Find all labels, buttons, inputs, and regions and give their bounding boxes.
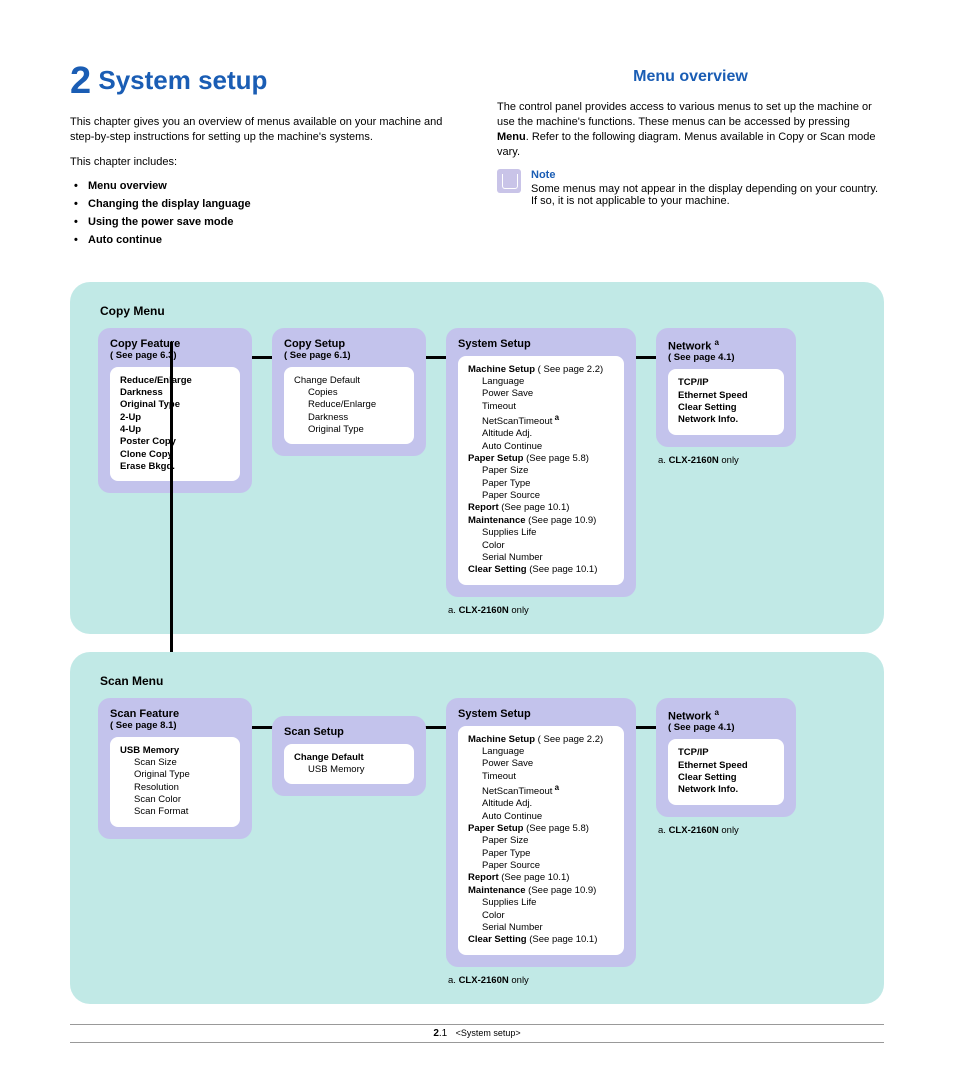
menu-diagram: Copy Menu Copy Feature ( See page 6.3) R… <box>70 282 884 1004</box>
panel-heading: Copy Menu <box>100 304 856 318</box>
footnote: a. CLX-2160N only <box>658 455 796 466</box>
network-group: Network a ( See page 4.1) TCP/IPEthernet… <box>656 328 796 466</box>
card-body: USB MemoryScan SizeOriginal TypeResoluti… <box>110 737 240 827</box>
network-card: Network a ( See page 4.1) TCP/IPEthernet… <box>656 698 796 817</box>
scan-setup-card: Scan Setup Change DefaultUSB Memory <box>272 716 426 797</box>
section-title: Menu overview <box>497 68 884 86</box>
copy-feature-card: Copy Feature ( See page 6.3) Reduce/Enla… <box>98 328 252 494</box>
note-icon <box>497 169 521 193</box>
chapter-title-text: System setup <box>98 65 267 95</box>
includes-label: This chapter includes: <box>70 155 457 170</box>
network-card: Network a ( See page 4.1) TCP/IPEthernet… <box>656 328 796 447</box>
note-title: Note <box>531 169 884 181</box>
scan-menu-panel: Scan Menu Scan Feature ( See page 8.1) U… <box>70 652 884 1004</box>
copy-setup-card: Copy Setup ( See page 6.1) Change Defaul… <box>272 328 426 457</box>
chapter-number: 2 <box>70 60 91 102</box>
system-setup-group: System Setup Machine Setup ( See page 2.… <box>446 328 636 616</box>
left-column: 2 System setup This chapter gives you an… <box>70 60 457 252</box>
card-body: Change DefaultCopiesReduce/EnlargeDarkne… <box>284 367 414 445</box>
network-group: Network a ( See page 4.1) TCP/IPEthernet… <box>656 698 796 836</box>
card-body: TCP/IPEthernet SpeedClear SettingNetwork… <box>668 739 784 804</box>
overview-paragraph: The control panel provides access to var… <box>497 100 884 159</box>
system-setup-card: System Setup Machine Setup ( See page 2.… <box>446 698 636 967</box>
card-body: Machine Setup ( See page 2.2)LanguagePow… <box>458 356 624 585</box>
includes-list: Menu overview Changing the display langu… <box>70 180 457 246</box>
includes-item: Using the power save mode <box>88 216 457 228</box>
includes-item: Auto continue <box>88 234 457 246</box>
includes-item: Menu overview <box>88 180 457 192</box>
system-setup-group: System Setup Machine Setup ( See page 2.… <box>446 698 636 986</box>
intro-paragraph: This chapter gives you an overview of me… <box>70 115 457 145</box>
footnote: a. CLX-2160N only <box>448 975 636 986</box>
scan-feature-card: Scan Feature ( See page 8.1) USB MemoryS… <box>98 698 252 839</box>
includes-item: Changing the display language <box>88 198 457 210</box>
chapter-heading: 2 System setup <box>70 60 457 103</box>
footnote: a. CLX-2160N only <box>658 825 796 836</box>
system-setup-card: System Setup Machine Setup ( See page 2.… <box>446 328 636 597</box>
note-body: Some menus may not appear in the display… <box>531 183 884 207</box>
vertical-connector <box>170 342 173 662</box>
right-column: Menu overview The control panel provides… <box>497 60 884 252</box>
footnote: a. CLX-2160N only <box>448 605 636 616</box>
panel-heading: Scan Menu <box>100 674 856 688</box>
copy-menu-panel: Copy Menu Copy Feature ( See page 6.3) R… <box>70 282 884 634</box>
page-footer: 2.1 <System setup> <box>70 1024 884 1043</box>
card-body: Change DefaultUSB Memory <box>284 744 414 785</box>
card-body: Machine Setup ( See page 2.2)LanguagePow… <box>458 726 624 955</box>
card-body: TCP/IPEthernet SpeedClear SettingNetwork… <box>668 369 784 434</box>
card-body: Reduce/EnlargeDarknessOriginal Type2-Up4… <box>110 367 240 482</box>
note-block: Note Some menus may not appear in the di… <box>497 169 884 207</box>
